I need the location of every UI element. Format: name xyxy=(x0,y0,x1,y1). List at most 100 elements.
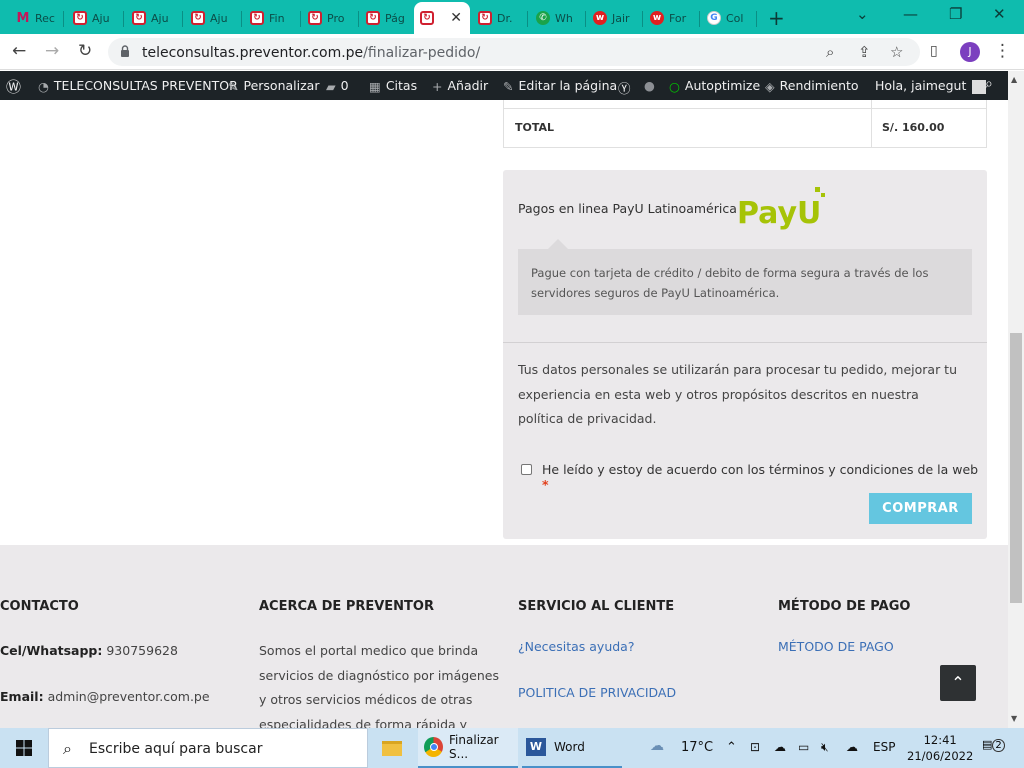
search-icon[interactable]: ⌕ xyxy=(985,76,993,92)
privacy-policy-link[interactable]: POLITICA DE PRIVACIDAD xyxy=(518,685,758,700)
footer-heading: SERVICIO AL CLIENTE xyxy=(518,599,675,614)
tab-preventor-1[interactable]: ↻ Aju xyxy=(67,4,124,32)
temperature[interactable]: 17°C xyxy=(681,740,713,755)
help-link[interactable]: ¿Necesitas ayuda? xyxy=(518,639,758,654)
performance-icon: ◈ xyxy=(765,79,775,94)
url-text: teleconsultas.preventor.com.pe/finalizar… xyxy=(142,45,481,61)
word-taskbar-button[interactable]: W Word xyxy=(522,728,622,768)
side-panel-icon[interactable]: ▯ xyxy=(930,43,938,59)
tab-whatsapp[interactable]: ✆ Wh xyxy=(530,4,586,32)
wordpress-logo-icon[interactable]: Ⓦ xyxy=(6,76,21,97)
update-cloud-icon[interactable]: ☁ xyxy=(846,740,858,754)
wp-admin-bar: Ⓦ ◔ TELECONSULTAS PREVENTOR ✎ Personalizar… xyxy=(0,71,1008,100)
profile-avatar[interactable]: J xyxy=(960,42,980,62)
site-name-link[interactable]: ◔ TELECONSULTAS PREVENTOR xyxy=(38,78,238,94)
footer-email: Email: admin@preventor.com.pe xyxy=(0,688,210,704)
tab-jair[interactable]: w Jair xyxy=(587,4,643,32)
forward-icon[interactable]: → xyxy=(45,41,59,61)
preventor-icon: ↻ xyxy=(132,11,146,25)
total-value: S/. 160.00 xyxy=(882,121,945,134)
buy-button[interactable]: COMPRAR xyxy=(869,493,972,524)
dashboard-icon: ◔ xyxy=(38,79,49,94)
chrome-taskbar-button[interactable]: Finalizar S... xyxy=(418,728,518,768)
payment-method-link[interactable]: MÉTODO DE PAGO xyxy=(778,639,978,654)
folder-icon xyxy=(382,740,402,756)
chevron-up-icon: ⌃ xyxy=(951,673,965,692)
meet-icon[interactable]: ⊡ xyxy=(750,740,760,754)
file-explorer-button[interactable] xyxy=(376,728,408,768)
tab-form[interactable]: w For xyxy=(644,4,700,32)
performance-link[interactable]: ◈ Rendimiento xyxy=(765,78,859,94)
lock-icon[interactable] xyxy=(120,45,130,57)
tab-label: Aju xyxy=(210,11,228,25)
tab-gmail[interactable]: M Rec xyxy=(10,4,64,32)
preventor-icon: ↻ xyxy=(366,11,380,25)
appointments-link[interactable]: ▦ Citas xyxy=(369,78,417,94)
search-icon: ⌕ xyxy=(63,739,72,758)
network-icon[interactable]: ▭ xyxy=(798,740,809,754)
pencil-icon: ✎ xyxy=(503,79,514,94)
checkout-content: TOTAL S/. 160.00 Pagos en linea PayU Lat… xyxy=(0,100,1008,545)
windows-start-icon[interactable] xyxy=(16,740,32,756)
tab-preventor-2[interactable]: ↻ Aju xyxy=(126,4,183,32)
taskbar-search[interactable]: ⌕ Escribe aquí para buscar xyxy=(48,728,368,768)
tab-search-chevron-icon[interactable]: ⌄ xyxy=(856,5,869,23)
terms-label[interactable]: He leído y estoy de acuerdo con los térm… xyxy=(542,462,987,492)
tab-preventor-6[interactable]: ↻ Pág xyxy=(360,4,416,32)
tab-preventor-5[interactable]: ↻ Pro xyxy=(302,4,359,32)
close-tab-icon[interactable]: ✕ xyxy=(450,10,462,26)
tab-label: Fin xyxy=(269,11,285,25)
user-greeting[interactable]: Hola, jaimegut xyxy=(875,78,987,94)
tab-label: Aju xyxy=(151,11,169,25)
autoptimize-link[interactable]: ○ Autoptimize xyxy=(669,78,760,94)
share-icon[interactable]: ⇪ xyxy=(858,43,871,61)
preventor-icon: ↻ xyxy=(308,11,322,25)
tab-google[interactable]: G Col xyxy=(701,4,757,32)
back-icon[interactable]: ← xyxy=(12,41,26,61)
calendar-icon: ▦ xyxy=(369,79,381,94)
tab-active[interactable]: ↻ ✕ xyxy=(414,2,470,34)
close-window-icon[interactable]: ✕ xyxy=(993,5,1006,23)
reload-icon[interactable]: ↻ xyxy=(78,41,92,61)
notifications-button[interactable]: ▤ 2 xyxy=(982,738,1005,758)
volume-muted-icon[interactable]: 🔇︎ xyxy=(821,740,829,755)
scroll-to-top-button[interactable]: ⌃ xyxy=(940,665,976,701)
menu-icon[interactable]: ⋮ xyxy=(994,41,1011,61)
comments-link[interactable]: ▰ 0 xyxy=(326,78,349,94)
scroll-down-icon[interactable]: ▼ xyxy=(1011,714,1017,723)
bookmark-star-icon[interactable]: ☆ xyxy=(890,43,903,61)
minimize-icon[interactable]: — xyxy=(903,5,918,23)
new-tab-icon[interactable]: + xyxy=(768,6,785,30)
address-bar[interactable]: teleconsultas.preventor.com.pe/finalizar… xyxy=(108,38,920,66)
taskbar-clock[interactable]: 12:41 21/06/2022 xyxy=(907,732,973,764)
footer-phone: Cel/Whatsapp: 930759628 xyxy=(0,643,178,658)
yoast-icon[interactable]: Ⓨ xyxy=(618,78,631,97)
scroll-up-icon[interactable]: ▲ xyxy=(1011,75,1017,84)
privacy-notice: Tus datos personales se utilizarán para … xyxy=(518,362,958,426)
customize-link[interactable]: ✎ Personalizar xyxy=(228,78,319,94)
onedrive-icon[interactable]: ☁ xyxy=(774,740,786,754)
brush-icon: ✎ xyxy=(228,79,239,94)
tab-preventor-4[interactable]: ↻ Fin xyxy=(244,4,301,32)
weather-cloud-icon[interactable]: ☁ xyxy=(650,738,664,754)
browser-toolbar: ← → ↻ teleconsultas.preventor.com.pe/fin… xyxy=(0,34,1024,70)
add-new-link[interactable]: + Añadir xyxy=(432,78,488,94)
scroll-thumb[interactable] xyxy=(1010,333,1022,603)
tab-label: Wh xyxy=(555,11,573,25)
preventor-icon: ↻ xyxy=(478,11,492,25)
language-indicator[interactable]: ESP xyxy=(873,740,895,754)
tab-preventor-3[interactable]: ↻ Aju xyxy=(185,4,242,32)
status-dot-icon: ● xyxy=(644,78,655,93)
whatsapp-icon: ✆ xyxy=(536,11,550,25)
footer-service: SERVICIO AL CLIENTE ¿Necesitas ayuda? PO… xyxy=(518,599,758,700)
restore-icon[interactable]: ❐ xyxy=(949,5,962,23)
order-total-table: TOTAL S/. 160.00 xyxy=(503,100,987,148)
tab-preventor-7[interactable]: ↻ Dr. xyxy=(472,4,528,32)
page-scrollbar[interactable]: ▲ ▼ xyxy=(1008,71,1024,728)
w-icon: w xyxy=(593,11,607,25)
tray-chevron-icon[interactable]: ⌃ xyxy=(726,740,737,755)
edit-page-link[interactable]: ✎ Editar la página xyxy=(503,78,617,94)
terms-checkbox[interactable] xyxy=(521,464,532,475)
preventor-icon: ↻ xyxy=(420,11,434,25)
zoom-icon[interactable]: ⌕ xyxy=(826,43,834,61)
